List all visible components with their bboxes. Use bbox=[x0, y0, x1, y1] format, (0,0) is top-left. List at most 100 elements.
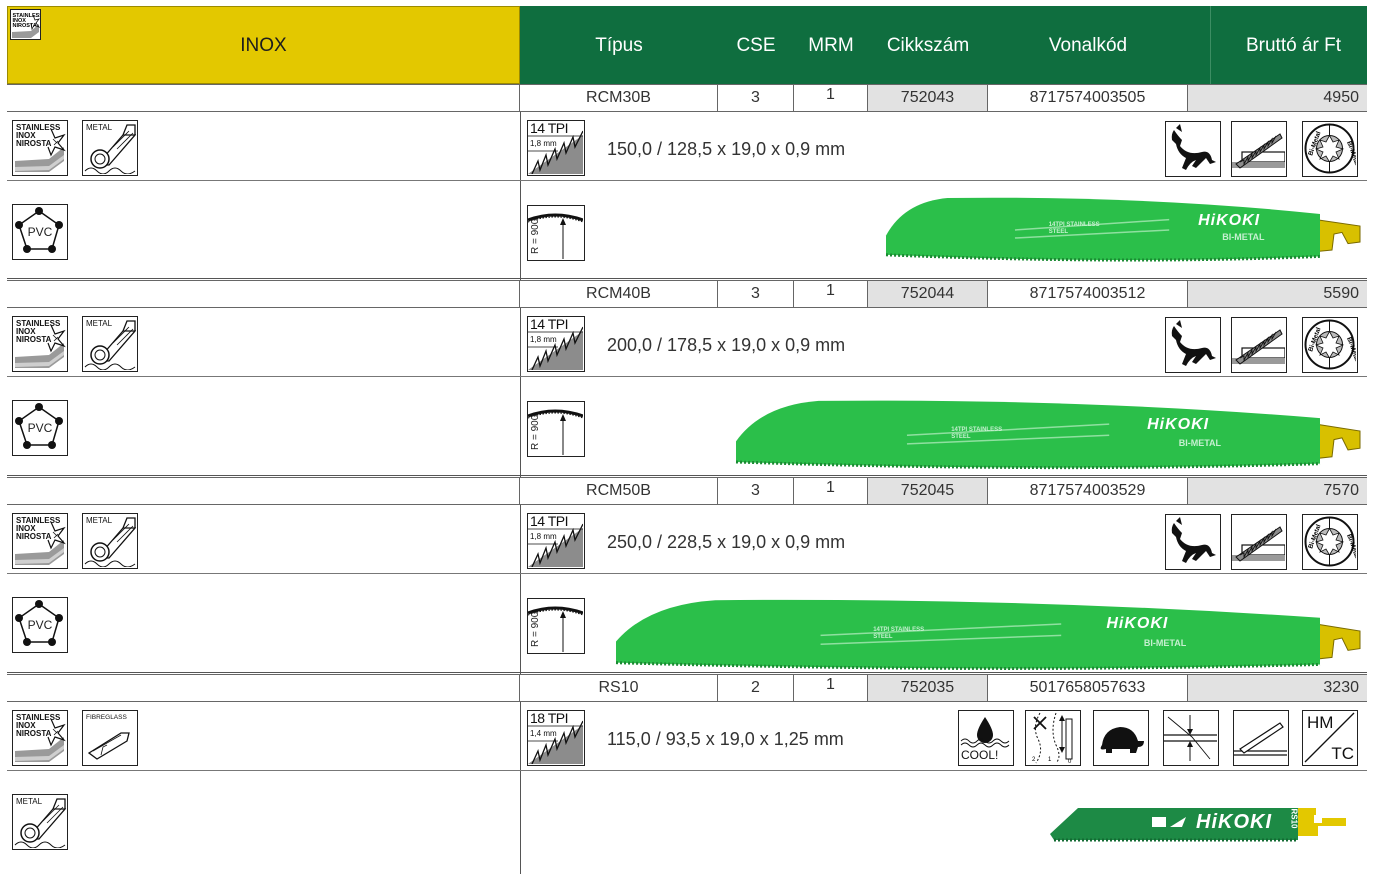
metal-icon: METAL bbox=[82, 120, 138, 176]
tpi-label: 14 TPI bbox=[530, 513, 569, 529]
metal-icon: METAL bbox=[82, 316, 138, 372]
product-info-row: RCM40B 3 1 752044 8717574003512 5590 bbox=[7, 280, 1367, 308]
fast-cut-hare-icon bbox=[1165, 121, 1221, 177]
radius-icon: R = 900 bbox=[527, 598, 585, 654]
mrm-value: 1 bbox=[794, 478, 868, 504]
col-mrm: MRM bbox=[808, 34, 854, 56]
stainless-label: STAINLESS INOX NIROSTA bbox=[16, 517, 60, 541]
row-divider bbox=[7, 672, 1367, 673]
stainless-icon: STAINLESS INOX NIROSTA bbox=[12, 513, 68, 569]
radius-icon: R = 900 bbox=[527, 205, 585, 261]
cse-value: 3 bbox=[718, 281, 794, 307]
blade-dimensions: 115,0 / 93,5 x 19,0 x 1,25 mm bbox=[607, 729, 844, 749]
pvc-label: PVC bbox=[27, 421, 53, 435]
fibreglass-label: FIBREGLASS bbox=[86, 714, 127, 721]
pvc-label: PVC bbox=[27, 618, 53, 632]
tpi-icon: 18 TPI 1,4 mm bbox=[527, 710, 585, 766]
tooth-size-label: 1,8 mm bbox=[530, 335, 557, 344]
blade-brand: HiKOKI bbox=[1106, 615, 1169, 633]
article-number: 752044 bbox=[868, 281, 988, 307]
blade-dimensions: 150,0 / 128,5 x 19,0 x 0,9 mm bbox=[607, 139, 846, 159]
header-divider bbox=[1210, 6, 1211, 84]
product-type: RCM40B bbox=[520, 281, 718, 307]
coolant-icon: COOL! bbox=[958, 710, 1014, 766]
row-left-blank bbox=[7, 85, 520, 111]
tooth-size-label: 1,4 mm bbox=[530, 729, 557, 738]
tpi-icon: 14 TPI 1,8 mm bbox=[527, 120, 585, 176]
metal-icon: METAL bbox=[82, 513, 138, 569]
col-cse: CSE bbox=[736, 34, 776, 56]
stainless-label: STAINLESS INOX NIROSTA bbox=[16, 124, 60, 148]
bimetal-icon: Bi-Metal Bi-Metal bbox=[1302, 121, 1358, 177]
hm-tc-icon: HM TC bbox=[1302, 710, 1358, 766]
cse-value: 2 bbox=[718, 675, 794, 701]
stainless-label-line: NIROSTA bbox=[16, 532, 52, 541]
saw-blade-image: HiKOKI BI-METAL 14TPI STAINLESS STEEL bbox=[730, 388, 1362, 474]
product-info-row: RCM50B 3 1 752045 8717574003529 7570 bbox=[7, 477, 1367, 505]
product-type: RS10 bbox=[520, 675, 718, 701]
radius-icon: R = 900 bbox=[527, 401, 585, 457]
product-type: RCM30B bbox=[520, 85, 718, 111]
tpi-icon: 14 TPI 1,8 mm bbox=[527, 513, 585, 569]
row-divider bbox=[7, 180, 1367, 181]
fast-cut-hare-icon bbox=[1165, 514, 1221, 570]
blade-spec: 14TPI STAINLESS STEEL bbox=[951, 426, 1003, 440]
barcode-number: 8717574003505 bbox=[988, 85, 1188, 111]
col-barcode: Vonalkód bbox=[1048, 34, 1128, 56]
gross-price: 7570 bbox=[1188, 478, 1367, 504]
stainless-label-line: NIROSTA bbox=[16, 139, 52, 148]
product-type: RCM50B bbox=[520, 478, 718, 504]
hm-label: HM bbox=[1307, 713, 1334, 732]
metal-label: METAL bbox=[86, 123, 113, 132]
column-divider bbox=[520, 702, 521, 874]
col-article: Cikkszám bbox=[886, 34, 970, 56]
barcode-number: 8717574003529 bbox=[988, 478, 1188, 504]
stainless-label: STAINLESS INOX NIROSTA bbox=[16, 714, 60, 738]
metal-label: METAL bbox=[86, 516, 113, 525]
row-divider bbox=[7, 770, 1367, 771]
straight-cut-icon bbox=[1231, 121, 1287, 177]
article-number: 752045 bbox=[868, 478, 988, 504]
radius-label: R = 900 bbox=[530, 414, 541, 450]
article-number: 752035 bbox=[868, 675, 988, 701]
metal-icon: METAL bbox=[12, 794, 68, 850]
blade-code: RS10 bbox=[1289, 808, 1299, 829]
bimetal-icon: Bi-Metal Bi-Metal bbox=[1302, 514, 1358, 570]
cse-value: 3 bbox=[718, 478, 794, 504]
barcode-number: 5017658057633 bbox=[988, 675, 1188, 701]
blade-brand: HiKOKI bbox=[1147, 415, 1210, 433]
svg-text:2: 2 bbox=[1032, 757, 1036, 763]
radius-label: R = 900 bbox=[530, 611, 541, 647]
bimetal-icon: Bi-Metal Bi-Metal bbox=[1302, 317, 1358, 373]
blade-spec: 14TPI STAINLESS STEEL bbox=[873, 626, 925, 640]
tpi-label: 14 TPI bbox=[530, 120, 569, 136]
pvc-icon: PVC bbox=[12, 400, 68, 456]
blade-brand: HiKOKI bbox=[1196, 811, 1272, 833]
straight-cut-icon bbox=[1231, 514, 1287, 570]
fibreglass-icon: FIBREGLASS bbox=[82, 710, 138, 766]
gross-price: 3230 bbox=[1188, 675, 1367, 701]
radius-label: R = 900 bbox=[530, 218, 541, 254]
mrm-value: 1 bbox=[794, 85, 868, 111]
section-title: INOX bbox=[240, 35, 287, 56]
product-info-row: RS10 2 1 752035 5017658057633 3230 bbox=[7, 674, 1367, 702]
tooth-size-label: 1,8 mm bbox=[530, 532, 557, 541]
tpi-label: 18 TPI bbox=[530, 710, 569, 726]
tooth-size-label: 1,8 mm bbox=[530, 139, 557, 148]
section-header: STAINLESS INOX NIROSTA INOX bbox=[7, 6, 520, 84]
cse-value: 3 bbox=[718, 85, 794, 111]
row-left-blank bbox=[7, 281, 520, 307]
mrm-value: 1 bbox=[794, 675, 868, 701]
column-header-bar: Típus CSE MRM Cikkszám Vonalkód Bruttó á… bbox=[520, 6, 1367, 84]
column-divider bbox=[520, 308, 521, 477]
stainless-label: STAINLESS INOX NIROSTA bbox=[16, 320, 60, 344]
row-divider bbox=[7, 376, 1367, 377]
curve-cut-icon: 2 1 0 bbox=[1025, 710, 1081, 766]
mrm-value: 1 bbox=[794, 281, 868, 307]
slow-cut-turtle-icon bbox=[1093, 710, 1149, 766]
blade-dimensions: 250,0 / 228,5 x 19,0 x 0,9 mm bbox=[607, 532, 846, 552]
saw-blade-image: HiKOKI RS10 bbox=[1048, 804, 1348, 844]
svg-text:0: 0 bbox=[1068, 759, 1072, 764]
svg-text:1: 1 bbox=[1048, 757, 1052, 763]
barcode-number: 8717574003512 bbox=[988, 281, 1188, 307]
